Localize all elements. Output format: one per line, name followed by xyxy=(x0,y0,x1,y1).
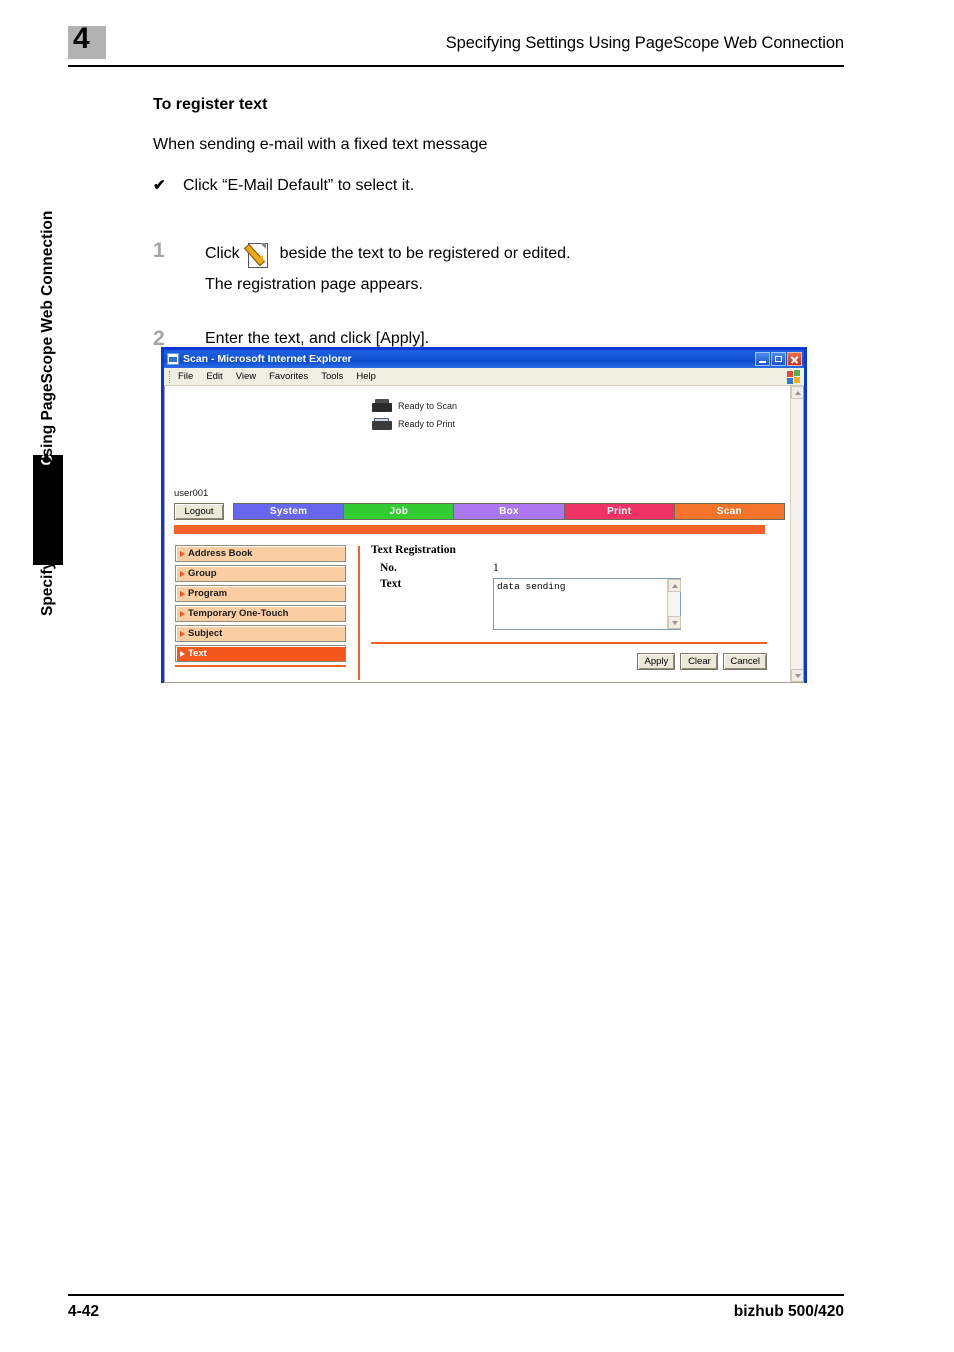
sidebar-item-temporary-one-touch[interactable]: Temporary One-Touch xyxy=(175,605,346,622)
menu-file[interactable]: File xyxy=(178,371,193,382)
browser-menubar: File Edit View Favorites Tools Help xyxy=(164,368,804,386)
section-heading: To register text xyxy=(153,96,268,113)
text-textarea-value: data sending xyxy=(497,581,566,592)
arrow-icon xyxy=(180,590,185,597)
menu-view[interactable]: View xyxy=(236,371,256,382)
nav-tabs: System Job Box Print Scan xyxy=(233,503,786,520)
printer-icon xyxy=(371,416,393,432)
intro-paragraph: When sending e-mail with a fixed text me… xyxy=(153,136,488,153)
arrow-icon xyxy=(180,570,185,577)
step-1-number: 1 xyxy=(153,239,165,262)
maximize-button[interactable] xyxy=(771,352,786,366)
tab-job[interactable]: Job xyxy=(343,503,454,520)
content-panel: Text Registration No. 1 Text data sendin… xyxy=(371,544,767,670)
status-print: Ready to Print xyxy=(371,416,457,432)
status-print-label: Ready to Print xyxy=(398,419,456,429)
arrow-icon xyxy=(180,550,185,557)
footer-divider xyxy=(68,1294,844,1296)
sidebar-item-label: Address Book xyxy=(188,548,253,559)
sidebar-underline xyxy=(175,665,346,667)
windows-flag-icon xyxy=(787,370,801,384)
device-status-block: Ready to Scan Ready to Print xyxy=(371,398,457,434)
logged-in-user: user001 xyxy=(174,488,209,499)
product-name: bizhub 500/420 xyxy=(733,1303,844,1320)
menu-tools[interactable]: Tools xyxy=(321,371,343,382)
minimize-button[interactable] xyxy=(755,352,770,366)
tab-scan[interactable]: Scan xyxy=(673,503,786,520)
status-scan-label: Ready to Scan xyxy=(398,401,458,411)
prerequisite-item: ✔ Click “E-Mail Default” to select it. xyxy=(153,176,853,196)
status-scan: Ready to Scan xyxy=(371,398,457,414)
vertical-divider xyxy=(358,546,360,680)
page-favicon-icon xyxy=(167,353,179,365)
header-divider xyxy=(68,65,844,67)
main-navigation: Logout System Job Box Print Scan xyxy=(174,503,786,520)
running-head-label: Specifying Settings Using PageScope Web … xyxy=(39,210,56,616)
arrow-icon xyxy=(180,610,185,617)
logout-button[interactable]: Logout xyxy=(174,503,224,520)
sidebar-item-label: Group xyxy=(188,568,217,579)
browser-viewport: Ready to Scan Ready to Print user001 Log… xyxy=(164,386,804,683)
panel-title: Text Registration xyxy=(371,544,456,556)
scroll-up-icon[interactable] xyxy=(668,579,681,592)
menu-favorites[interactable]: Favorites xyxy=(269,371,308,382)
sidebar-item-subject[interactable]: Subject xyxy=(175,625,346,642)
field-no-value: 1 xyxy=(493,562,499,574)
scroll-up-icon[interactable] xyxy=(791,386,803,399)
step-1-text-before: Click xyxy=(205,245,240,262)
tab-box[interactable]: Box xyxy=(453,503,564,520)
body-content: To register text When sending e-mail wit… xyxy=(153,96,853,358)
menu-edit[interactable]: Edit xyxy=(206,371,222,382)
scroll-down-icon[interactable] xyxy=(791,669,803,682)
field-no: No. 1 xyxy=(371,562,767,574)
sidebar-item-address-book[interactable]: Address Book xyxy=(175,545,346,562)
step-1-text-after: beside the text to be registered or edit… xyxy=(279,245,571,262)
apply-button[interactable]: Apply xyxy=(637,653,676,670)
sidebar-item-group[interactable]: Group xyxy=(175,565,346,582)
sidebar-item-label: Subject xyxy=(188,628,223,639)
browser-window-screenshot: Scan - Microsoft Internet Explorer File … xyxy=(161,347,807,683)
page-header: 4 Specifying Settings Using PageScope We… xyxy=(68,22,844,72)
clear-button[interactable]: Clear xyxy=(680,653,719,670)
sidebar-item-label: Text xyxy=(188,648,207,659)
sidebar-item-label: Temporary One-Touch xyxy=(188,608,289,619)
scanner-icon xyxy=(371,398,393,414)
browser-titlebar: Scan - Microsoft Internet Explorer xyxy=(164,350,804,368)
tab-print[interactable]: Print xyxy=(563,503,674,520)
arrow-icon xyxy=(180,650,185,657)
sidebar-item-program[interactable]: Program xyxy=(175,585,346,602)
scroll-down-icon[interactable] xyxy=(668,616,681,629)
tab-system[interactable]: System xyxy=(233,503,344,520)
accent-band xyxy=(174,525,765,534)
menu-help[interactable]: Help xyxy=(356,371,376,382)
close-button[interactable] xyxy=(787,352,802,366)
chapter-number-badge: 4 xyxy=(68,22,106,59)
field-text: Text data sending xyxy=(371,578,767,630)
arrow-icon xyxy=(180,630,185,637)
textarea-scrollbar[interactable] xyxy=(667,579,681,629)
panel-divider xyxy=(371,642,767,644)
cancel-button[interactable]: Cancel xyxy=(723,653,767,670)
page-title: Specifying Settings Using PageScope Web … xyxy=(445,34,844,52)
field-no-label: No. xyxy=(380,562,397,574)
chapter-number: 4 xyxy=(73,22,90,55)
checkmark-icon: ✔ xyxy=(153,177,166,194)
browser-scrollbar[interactable] xyxy=(790,386,803,682)
window-controls xyxy=(755,352,802,366)
sidebar-item-label: Program xyxy=(188,588,228,599)
step-1-result: The registration page appears. xyxy=(205,276,423,293)
web-page: Ready to Scan Ready to Print user001 Log… xyxy=(165,386,789,682)
side-menu: Address Book Group Program Temporary One… xyxy=(175,545,346,667)
step-1: 1 Click beside the text to be registered… xyxy=(153,240,853,268)
panel-buttons: Apply Clear Cancel xyxy=(371,653,767,670)
browser-title: Scan - Microsoft Internet Explorer xyxy=(183,353,352,365)
text-textarea[interactable]: data sending xyxy=(493,578,681,630)
step-1-text: Click beside the text to be registered o… xyxy=(205,240,571,268)
edit-pencil-icon xyxy=(243,240,273,268)
prerequisite-text: Click “E-Mail Default” to select it. xyxy=(183,177,415,194)
field-text-label: Text xyxy=(380,578,402,590)
page-number: 4-42 xyxy=(68,1303,100,1320)
menubar-grip[interactable] xyxy=(169,370,173,383)
sidebar-item-text[interactable]: Text xyxy=(175,645,346,662)
